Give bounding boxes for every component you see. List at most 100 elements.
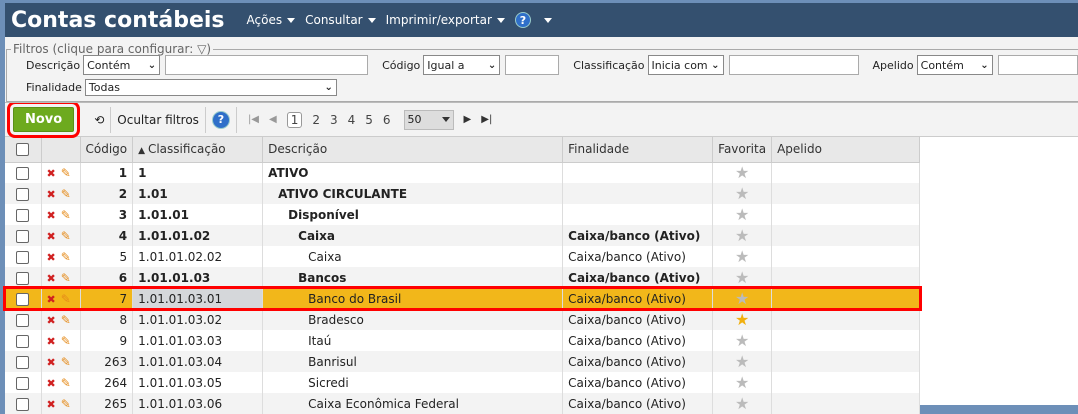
row-checkbox[interactable] <box>16 377 29 390</box>
table-row[interactable]: ✖✎ 8 1.01.01.03.02 Bradesco Caixa/banco … <box>5 309 920 330</box>
row-checkbox-cell[interactable] <box>5 288 41 309</box>
delete-icon[interactable]: ✖ <box>47 230 56 243</box>
table-row[interactable]: ✖✎ 264 1.01.01.03.05 Sicredi Caixa/banco… <box>5 372 920 393</box>
table-row[interactable]: ✖✎ 6 1.01.01.03 Bancos Caixa/banco (Ativ… <box>5 267 920 288</box>
apelido-input[interactable] <box>998 55 1078 75</box>
descricao-operator-select[interactable]: Contém⌄ <box>83 55 160 75</box>
edit-pencil-icon[interactable]: ✎ <box>61 313 71 327</box>
col-codigo[interactable]: Código <box>80 137 133 162</box>
favorite-star-icon[interactable]: ★ <box>713 372 772 393</box>
edit-pencil-icon[interactable]: ✎ <box>61 355 71 369</box>
edit-pencil-icon[interactable]: ✎ <box>61 334 71 348</box>
page-6[interactable]: 6 <box>383 113 391 127</box>
favorite-star-icon[interactable]: ★ <box>713 351 772 372</box>
delete-icon[interactable]: ✖ <box>47 398 56 411</box>
codigo-operator-select[interactable]: Igual a⌄ <box>423 55 500 75</box>
row-checkbox[interactable] <box>16 398 29 411</box>
col-descricao[interactable]: Descrição <box>263 137 563 162</box>
delete-icon[interactable]: ✖ <box>47 377 56 390</box>
row-checkbox-cell[interactable] <box>5 246 41 267</box>
delete-icon[interactable]: ✖ <box>47 272 56 285</box>
favorite-star-icon[interactable]: ★ <box>713 183 772 204</box>
delete-icon[interactable]: ✖ <box>47 335 56 348</box>
page-1[interactable]: 1 <box>287 112 303 128</box>
col-finalidade[interactable]: Finalidade <box>563 137 713 162</box>
next-page-icon[interactable]: ▶ <box>464 114 472 125</box>
delete-icon[interactable]: ✖ <box>47 188 56 201</box>
filter-icon[interactable]: ▽ <box>197 42 206 56</box>
row-checkbox[interactable] <box>16 188 29 201</box>
row-checkbox-cell[interactable] <box>5 351 41 372</box>
first-page-icon[interactable]: |◀ <box>248 114 259 125</box>
edit-pencil-icon[interactable]: ✎ <box>61 376 71 390</box>
row-checkbox[interactable] <box>16 230 29 243</box>
classificacao-input[interactable] <box>729 55 859 75</box>
table-row[interactable]: ✖✎ 263 1.01.01.03.04 Banrisul Caixa/banc… <box>5 351 920 372</box>
row-checkbox[interactable] <box>16 314 29 327</box>
delete-icon[interactable]: ✖ <box>47 167 56 180</box>
refresh-icon[interactable]: ⟲ <box>94 113 104 127</box>
favorite-star-icon[interactable]: ★ <box>713 204 772 225</box>
col-favorita[interactable]: Favorita <box>713 137 772 162</box>
col-classificacao[interactable]: ▲ Classificação <box>133 137 263 162</box>
table-row[interactable]: ✖✎ 5 1.01.01.02.02 Caixa Caixa/banco (At… <box>5 246 920 267</box>
favorite-star-icon[interactable]: ★ <box>713 330 772 351</box>
edit-pencil-icon[interactable]: ✎ <box>61 271 71 285</box>
filters-legend[interactable]: Filtros (clique para configurar: ▽) <box>11 42 213 56</box>
edit-pencil-icon[interactable]: ✎ <box>61 250 71 264</box>
page-5[interactable]: 5 <box>365 113 373 127</box>
table-row[interactable]: ✖✎ 1 1 ATIVO ★ <box>5 162 920 183</box>
edit-pencil-icon[interactable]: ✎ <box>61 397 71 411</box>
table-row[interactable]: ✖✎ 265 1.01.01.03.06 Caixa Econômica Fed… <box>5 393 920 414</box>
page-size-select[interactable]: 50 <box>404 110 454 130</box>
apelido-operator-select[interactable]: Contém⌄ <box>917 55 993 75</box>
menu-imprimir[interactable]: Imprimir/exportar <box>386 13 505 27</box>
delete-icon[interactable]: ✖ <box>47 356 56 369</box>
page-3[interactable]: 3 <box>330 113 338 127</box>
favorite-star-icon[interactable]: ★ <box>713 288 772 309</box>
row-checkbox-cell[interactable] <box>5 309 41 330</box>
select-all-header[interactable] <box>5 137 41 162</box>
help-icon[interactable]: ? <box>515 12 531 28</box>
row-checkbox-cell[interactable] <box>5 267 41 288</box>
favorite-star-icon[interactable]: ★ <box>713 162 772 183</box>
edit-pencil-icon[interactable]: ✎ <box>61 208 71 222</box>
more-menu[interactable] <box>539 18 552 23</box>
row-checkbox-cell[interactable] <box>5 393 41 414</box>
row-checkbox[interactable] <box>16 335 29 348</box>
menu-consultar[interactable]: Consultar <box>305 13 376 27</box>
edit-pencil-icon[interactable]: ✎ <box>61 166 71 180</box>
favorite-star-icon[interactable]: ★ <box>713 225 772 246</box>
novo-button[interactable]: Novo <box>13 107 74 132</box>
row-checkbox[interactable] <box>16 293 29 306</box>
delete-icon[interactable]: ✖ <box>47 209 56 222</box>
edit-pencil-icon[interactable]: ✎ <box>61 187 71 201</box>
row-checkbox[interactable] <box>16 167 29 180</box>
prev-page-icon[interactable]: ◀ <box>269 114 277 125</box>
row-checkbox-cell[interactable] <box>5 183 41 204</box>
select-all-checkbox[interactable] <box>16 143 29 156</box>
edit-pencil-icon[interactable]: ✎ <box>61 229 71 243</box>
row-checkbox[interactable] <box>16 272 29 285</box>
classificacao-operator-select[interactable]: Inicia com⌄ <box>648 55 724 75</box>
delete-icon[interactable]: ✖ <box>47 293 56 306</box>
favorite-star-icon[interactable]: ★ <box>713 267 772 288</box>
descricao-input[interactable] <box>165 55 368 75</box>
codigo-input[interactable] <box>505 55 559 75</box>
page-4[interactable]: 4 <box>348 113 356 127</box>
menu-acoes[interactable]: Ações <box>247 13 296 27</box>
favorite-star-icon[interactable]: ★ <box>713 393 772 414</box>
help-icon[interactable]: ? <box>212 111 230 129</box>
table-row[interactable]: ✖✎ 3 1.01.01 Disponível ★ <box>5 204 920 225</box>
page-2[interactable]: 2 <box>312 113 320 127</box>
edit-pencil-icon[interactable]: ✎ <box>61 292 71 306</box>
finalidade-select[interactable]: Todas⌄ <box>85 79 337 96</box>
table-row[interactable]: ✖✎ 7 1.01.01.03.01 Banco do Brasil Caixa… <box>5 288 920 309</box>
delete-icon[interactable]: ✖ <box>47 251 56 264</box>
row-checkbox-cell[interactable] <box>5 372 41 393</box>
table-row[interactable]: ✖✎ 9 1.01.01.03.03 Itaú Caixa/banco (Ati… <box>5 330 920 351</box>
table-row[interactable]: ✖✎ 2 1.01 ATIVO CIRCULANTE ★ <box>5 183 920 204</box>
row-checkbox-cell[interactable] <box>5 204 41 225</box>
row-checkbox[interactable] <box>16 251 29 264</box>
delete-icon[interactable]: ✖ <box>47 314 56 327</box>
